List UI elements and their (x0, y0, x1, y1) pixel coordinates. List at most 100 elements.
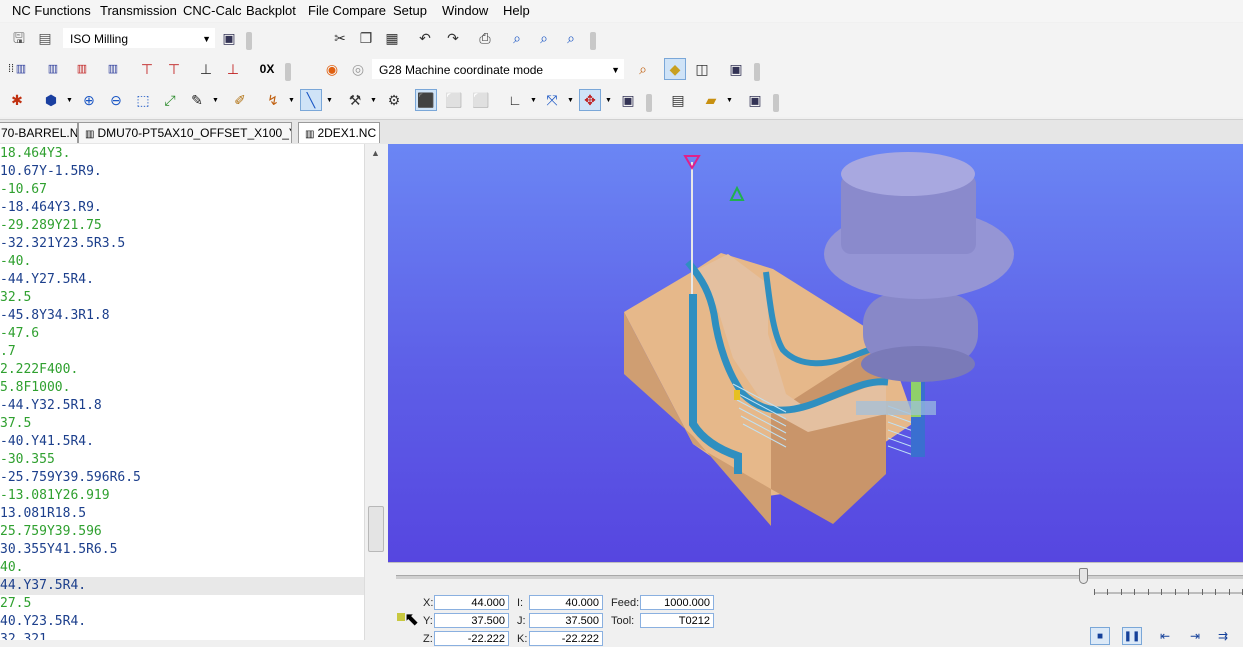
code-line[interactable]: 40.Y23.5R4. (0, 613, 364, 631)
editor-scrollbar[interactable]: ▲ (364, 144, 388, 640)
measure-distance-icon[interactable]: ⤧ (541, 89, 563, 111)
zoom-out-icon[interactable]: ⊖ (105, 89, 127, 111)
menu-file-compare[interactable]: File Compare (308, 3, 386, 18)
code-line[interactable]: -47.6 (0, 325, 364, 343)
backplot-tool-icon[interactable]: ✱ (6, 89, 28, 111)
pause-icon[interactable]: ❚❚ (1122, 627, 1142, 645)
tag-icon[interactable]: ◆ (664, 58, 686, 80)
code-line[interactable]: -32.321Y23.5R3.5 (0, 235, 364, 253)
code-line[interactable]: .7 (0, 343, 364, 361)
paste-icon[interactable]: ▦ (381, 27, 403, 49)
nc-code-editor[interactable]: 18.464Y3. 10.67Y-1.5R9. -10.67 -18.464Y3.R9… (0, 144, 364, 640)
run-to-end-icon[interactable]: ⇉ (1212, 625, 1234, 647)
scrollbar-thumb[interactable] (368, 506, 384, 552)
ox-button[interactable]: 0X (252, 58, 282, 80)
chevron-down-icon[interactable]: ▼ (288, 97, 295, 104)
code-line[interactable]: -29.289Y21.75 (0, 217, 364, 235)
tool-icon[interactable]: ⚒ (344, 89, 366, 111)
chevron-down-icon[interactable]: ▼ (66, 97, 73, 104)
code-line[interactable]: -13.081Y26.919 (0, 487, 364, 505)
find-icon[interactable]: ⌕ (506, 27, 528, 49)
code-line[interactable]: 40. (0, 559, 364, 577)
code-line[interactable]: 37.5 (0, 415, 364, 433)
menu-help[interactable]: Help (503, 3, 530, 18)
code-line[interactable]: -30.355 (0, 451, 364, 469)
copy-icon[interactable]: ❐ (355, 27, 377, 49)
globe-icon[interactable]: ◉ (321, 58, 343, 80)
remove-numbers-icon[interactable]: ▥ (42, 58, 64, 80)
backplot-viewport[interactable] (388, 144, 1243, 562)
code-line[interactable]: 44.Y37.5R4. (0, 577, 364, 595)
redo-icon[interactable]: ↷ (442, 27, 464, 49)
save-all-icon[interactable]: ▤ (34, 27, 56, 49)
toolbar-grip[interactable] (754, 63, 760, 81)
document-icon[interactable]: ▤ (667, 89, 689, 111)
line-mode-icon[interactable]: ╲ (300, 89, 322, 111)
toolbar-grip[interactable] (246, 32, 252, 50)
clipboard-settings-icon[interactable]: ▣ (744, 89, 766, 111)
stock-transparent-icon[interactable]: ⬜ (443, 89, 465, 111)
progress-track[interactable] (396, 575, 1243, 579)
clipboard-settings-icon[interactable]: ▣ (617, 89, 639, 111)
code-line[interactable]: -40.Y41.5R4. (0, 433, 364, 451)
chevron-down-icon[interactable]: ▼ (326, 97, 333, 104)
tab-dmu70[interactable]: ▥ DMU70-PT5AX10_OFFSET_X100_Y2 (78, 122, 292, 143)
insert-spaces-icon[interactable]: ▥ (102, 58, 124, 80)
code-line[interactable]: 10.67Y-1.5R9. (0, 163, 364, 181)
zoom-window-icon[interactable]: ⬚ (132, 89, 154, 111)
menu-nc-functions[interactable]: NC Functions (12, 3, 91, 18)
solid-view-icon[interactable]: ⬢ (40, 89, 62, 111)
split-view-icon[interactable]: ◫ (691, 58, 713, 80)
renumber-icon[interactable]: ▥ (10, 58, 32, 80)
chevron-down-icon[interactable]: ▼ (370, 97, 377, 104)
code-line[interactable]: 18.464Y3. (0, 145, 364, 163)
chevron-down-icon[interactable]: ▼ (567, 97, 574, 104)
trim-icon[interactable]: ⊤ (136, 58, 158, 80)
code-line[interactable]: 2.222F400. (0, 361, 364, 379)
chevron-down-icon[interactable]: ▼ (605, 97, 612, 104)
stop-icon[interactable]: ■ (1090, 627, 1110, 645)
code-line[interactable]: 25.759Y39.596 (0, 523, 364, 541)
code-line[interactable]: -44.Y27.5R4. (0, 271, 364, 289)
code-line[interactable]: 5.8F1000. (0, 379, 364, 397)
coordinate-mode-select[interactable]: G28 Machine coordinate mode ▼ (372, 59, 624, 79)
menu-setup[interactable]: Setup (393, 3, 427, 18)
toolbar-grip[interactable] (646, 94, 652, 112)
code-line[interactable]: -40. (0, 253, 364, 271)
progress-thumb[interactable] (1079, 568, 1088, 584)
delete-block-icon[interactable]: ⊥ (222, 58, 244, 80)
step-back-icon[interactable]: ⇤ (1154, 625, 1176, 647)
remove-spaces-icon[interactable]: ▥ (71, 58, 93, 80)
machine-icon[interactable]: ⚙ (383, 89, 405, 111)
code-line[interactable]: -45.8Y34.3R1.8 (0, 307, 364, 325)
find-next-icon[interactable]: ⌕ (533, 27, 555, 49)
axis-icon[interactable]: ∟ (504, 89, 526, 111)
stock-wire-icon[interactable]: ⬜ (470, 89, 492, 111)
replace-icon[interactable]: ⌕ (560, 27, 582, 49)
chevron-down-icon[interactable]: ▼ (530, 97, 537, 104)
menu-backplot[interactable]: Backplot (246, 3, 296, 18)
code-line[interactable]: 27.5 (0, 595, 364, 613)
code-line[interactable]: -18.464Y3.R9. (0, 199, 364, 217)
code-line[interactable]: 32.5 (0, 289, 364, 307)
toolbar-grip[interactable] (590, 32, 596, 50)
chevron-down-icon[interactable]: ▼ (726, 97, 733, 104)
measure-icon[interactable]: ✐ (229, 89, 251, 111)
undo-icon[interactable]: ↶ (414, 27, 436, 49)
code-line[interactable]: 32.321 (0, 631, 364, 640)
save-icon[interactable]: 🖫 (8, 27, 30, 49)
step-forward-icon[interactable]: ⇥ (1184, 625, 1206, 647)
path-icon[interactable]: ↯ (262, 89, 284, 111)
code-line[interactable]: 13.081R18.5 (0, 505, 364, 523)
insert-block-icon[interactable]: ⊥ (195, 58, 217, 80)
code-line[interactable]: -10.67 (0, 181, 364, 199)
toolbar-grip[interactable] (773, 94, 779, 112)
zoom-in-icon[interactable]: ⊕ (78, 89, 100, 111)
machine-type-select[interactable]: ISO Milling ▼ (63, 28, 215, 48)
toolbar-grip[interactable] (285, 63, 291, 81)
menu-cnc-calc[interactable]: CNC-Calc (183, 3, 242, 18)
menu-transmission[interactable]: Transmission (100, 3, 177, 18)
uppercase-icon[interactable]: ⊤ (163, 58, 185, 80)
cut-icon[interactable]: ✂ (329, 27, 351, 49)
stock-view-icon[interactable]: ⬛ (415, 89, 437, 111)
